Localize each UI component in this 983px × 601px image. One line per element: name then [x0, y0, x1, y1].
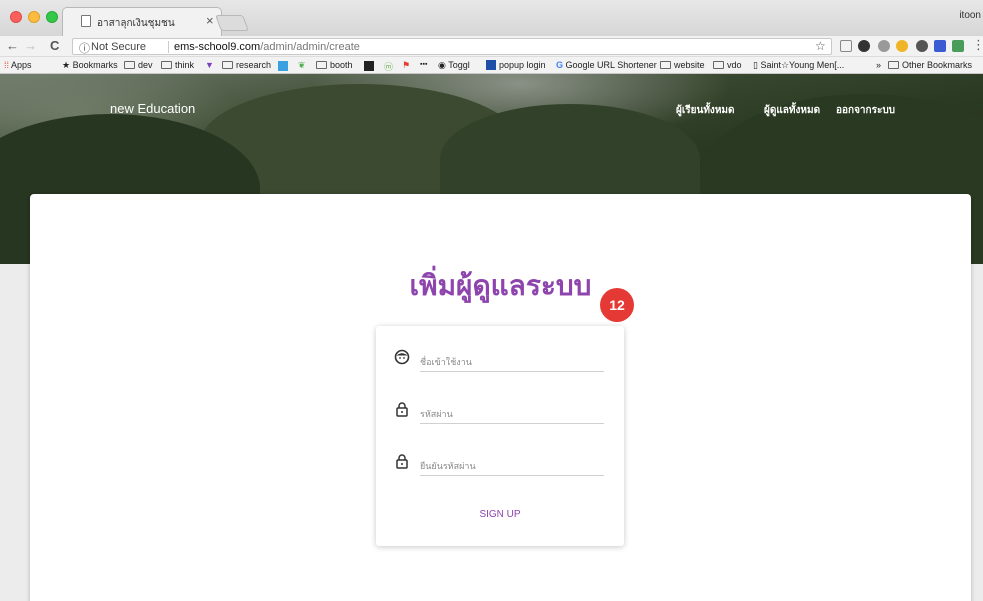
- username-input[interactable]: [420, 354, 604, 372]
- bookmark-label: think: [175, 60, 195, 70]
- bookmark-think[interactable]: think: [161, 60, 194, 70]
- blue-bookmark-icon[interactable]: [278, 61, 288, 71]
- username-field: [394, 346, 604, 376]
- bookmark-bookmarks[interactable]: ★ Bookmarks: [62, 60, 118, 71]
- bookmarks-bar: ⁞⁞ Apps ★ Bookmarks dev think ▼ research…: [0, 57, 983, 74]
- tab-close-icon[interactable]: ×: [206, 13, 214, 28]
- maximize-window-button[interactable]: [46, 11, 58, 23]
- folder-icon: [888, 61, 899, 69]
- folder-icon: [222, 61, 233, 69]
- bookmark-website[interactable]: website: [660, 60, 705, 70]
- a-bookmark-icon[interactable]: [364, 61, 374, 71]
- bookmark-label: Google URL Shortener: [565, 60, 657, 70]
- new-tab-button[interactable]: [215, 15, 249, 31]
- flag-bookmark-icon[interactable]: ⚑: [402, 60, 410, 71]
- nav-logout[interactable]: ออกจากระบบ: [836, 103, 895, 118]
- site-brand[interactable]: new Education: [110, 101, 195, 116]
- bookmark-dev[interactable]: dev: [124, 60, 153, 70]
- page-viewport: new Education ผู้เรียนทั้งหมด ผู้ดูแลทั้…: [0, 74, 983, 601]
- bookmark-toggl[interactable]: ◉ Toggl: [438, 60, 470, 71]
- page-icon: ▯: [753, 60, 758, 70]
- create-admin-form: SIGN UP: [376, 326, 624, 546]
- url-domain: ems-school9.com: [174, 41, 261, 53]
- browser-tab-bar: อาสาลุกเงินชุมชน × itoon: [0, 0, 983, 36]
- image-extension-icon[interactable]: [952, 40, 964, 52]
- close-window-button[interactable]: [10, 11, 22, 23]
- info-icon[interactable]: ⓘ: [79, 40, 90, 56]
- sign-up-button[interactable]: SIGN UP: [376, 509, 624, 520]
- lock-icon: [396, 402, 408, 417]
- bookmark-label: website: [674, 60, 705, 70]
- menu-icon[interactable]: ⋮: [972, 37, 983, 53]
- bookmark-booth[interactable]: booth: [316, 60, 353, 70]
- minimize-window-button[interactable]: [28, 11, 40, 23]
- color-extension-icon[interactable]: [896, 40, 908, 52]
- nav-all-learners[interactable]: ผู้เรียนทั้งหมด: [676, 103, 735, 118]
- main-card: เพิ่มผู้ดูแลระบบ 12 ชื่อเข้าใช้งาน SIGN …: [30, 194, 971, 601]
- confirm-password-field: [394, 450, 604, 480]
- back-arrow-icon[interactable]: ←: [6, 38, 19, 53]
- password-field: [394, 398, 604, 428]
- bookmarks-overflow-icon[interactable]: »: [876, 60, 881, 70]
- bookmark-apps[interactable]: ⁞⁞ Apps: [4, 60, 32, 70]
- bookmark-star-icon[interactable]: ☆: [815, 39, 826, 53]
- apps-grid-icon: ⁞⁞: [4, 60, 10, 70]
- nav-all-admins[interactable]: ผู้ดูแลทั้งหมด: [764, 103, 820, 118]
- not-secure-label: Not Secure: [91, 41, 147, 53]
- folder-icon: [660, 61, 671, 69]
- gear-extension-icon[interactable]: [858, 40, 870, 52]
- page-icon: [81, 15, 91, 27]
- bookmark-saint-young-men[interactable]: ▯ Saint☆Young Men[...: [753, 60, 844, 71]
- bookmark-label: Apps: [11, 60, 32, 70]
- settings-extension-icon[interactable]: [916, 40, 928, 52]
- camera-extension-icon[interactable]: [840, 40, 852, 52]
- bookmark-popup-login[interactable]: popup login: [486, 60, 546, 70]
- bookmark-research[interactable]: research: [222, 60, 271, 70]
- browser-toolbar: ← → C ⓘ Not Secure ems-school9.com/admin…: [0, 36, 983, 57]
- leaf-bookmark-icon[interactable]: ❦: [298, 60, 306, 71]
- forward-arrow-icon[interactable]: →: [24, 38, 37, 53]
- bookmark-vdo[interactable]: vdo: [713, 60, 742, 70]
- bookmark-google-url-shortener[interactable]: G Google URL Shortener: [556, 60, 657, 70]
- lock-icon: [396, 454, 408, 469]
- bookmark-label: booth: [330, 60, 353, 70]
- face-icon: [394, 349, 410, 365]
- bookmark-label: research: [236, 60, 272, 70]
- m-bookmark-icon[interactable]: ⓜ: [384, 60, 393, 73]
- bookmark-other-bookmarks[interactable]: Other Bookmarks: [888, 60, 972, 70]
- folder-icon: [316, 61, 327, 69]
- circle-extension-icon[interactable]: [878, 40, 890, 52]
- bookmark-label: popup login: [499, 60, 546, 70]
- toggl-icon: ◉: [438, 60, 446, 70]
- address-bar[interactable]: ⓘ Not Secure ems-school9.com/admin/admin…: [72, 38, 832, 55]
- profile-name[interactable]: itoon: [959, 10, 981, 21]
- v-bookmark-icon[interactable]: ▼: [205, 60, 214, 70]
- url-path: /admin/admin/create: [260, 41, 360, 53]
- tab-title: อาสาลุกเงินชุมชน: [97, 18, 175, 29]
- folder-icon: [124, 61, 135, 69]
- password-input[interactable]: [420, 406, 604, 424]
- folder-icon: [161, 61, 172, 69]
- bookmark-label: Toggl: [448, 60, 470, 70]
- h-icon: [486, 60, 496, 70]
- bookmark-label: Other Bookmarks: [902, 60, 973, 70]
- folder-icon: [713, 61, 724, 69]
- bookmark-label: dev: [138, 60, 153, 70]
- bookmark-label: Bookmarks: [72, 60, 118, 70]
- confirm-password-input[interactable]: [420, 458, 604, 476]
- url-divider: [168, 41, 169, 53]
- page-title: เพิ่มผู้ดูแลระบบ: [409, 269, 592, 302]
- b-extension-icon[interactable]: [934, 40, 946, 52]
- bookmark-label: Saint☆Young Men[...: [760, 60, 845, 70]
- star-icon: ★: [62, 60, 71, 70]
- google-icon: G: [556, 60, 564, 70]
- browser-tab-active[interactable]: อาสาลุกเงินชุมชน ×: [62, 7, 222, 36]
- notification-badge: 12: [600, 288, 634, 322]
- ddd-bookmark-icon[interactable]: ▪▪▪: [420, 61, 427, 68]
- bookmark-label: vdo: [727, 60, 742, 70]
- reload-icon[interactable]: C: [50, 38, 59, 53]
- url-text[interactable]: ems-school9.com/admin/admin/create: [174, 41, 360, 53]
